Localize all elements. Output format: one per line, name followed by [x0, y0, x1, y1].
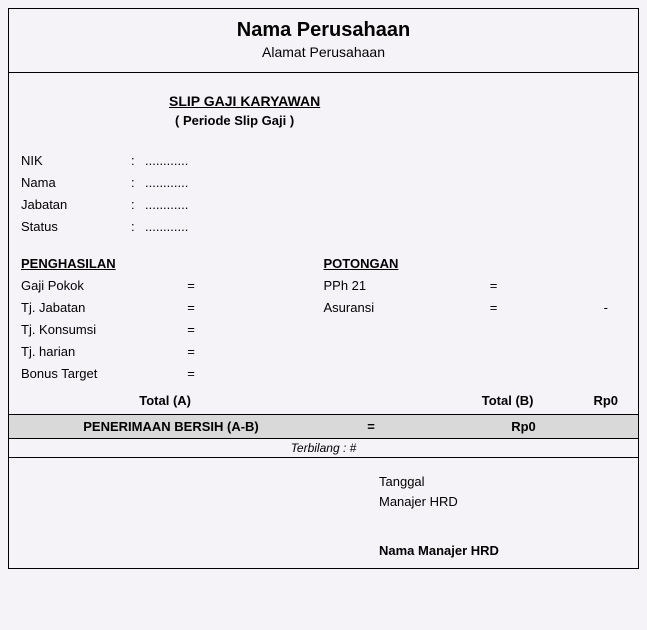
item-label: PPh 21 [324, 275, 484, 297]
nik-label: NIK [21, 150, 131, 172]
item-value [201, 341, 324, 363]
equals-sign: = [181, 297, 201, 319]
total-b: Total (B) Rp0 [324, 393, 627, 408]
penghasilan-column: PENGHASILAN Gaji Pokok = Tj. Jabatan = T… [21, 256, 324, 385]
total-a-label: Total (A) [21, 393, 201, 408]
footer: Tanggal Manajer HRD Nama Manajer HRD [9, 458, 638, 568]
jabatan-label: Jabatan [21, 194, 131, 216]
signer-name: Nama Manajer HRD [379, 543, 499, 558]
colon: : [131, 216, 145, 238]
item-value [504, 275, 627, 297]
jabatan-value: ............ [145, 194, 188, 216]
equals-sign: = [181, 363, 201, 385]
line-gaji-pokok: Gaji Pokok = [21, 275, 324, 297]
net-value: Rp0 [421, 419, 626, 434]
line-tj-konsumsi: Tj. Konsumsi = [21, 319, 324, 341]
item-value [201, 319, 324, 341]
info-row-jabatan: Jabatan : ............ [21, 194, 626, 216]
net-equals: = [321, 419, 421, 434]
item-label: Tj. Konsumsi [21, 319, 181, 341]
equals-sign: = [484, 297, 504, 319]
slip-period: ( Periode Slip Gaji ) [169, 113, 638, 128]
potongan-column: POTONGAN PPh 21 = Asuransi = - [324, 256, 627, 385]
info-row-nik: NIK : ............ [21, 150, 626, 172]
total-b-value: Rp0 [544, 393, 627, 408]
line-asuransi: Asuransi = - [324, 297, 627, 319]
slip-title: SLIP GAJI KARYAWAN [169, 93, 638, 109]
terbilang-row: Terbilang : # [9, 439, 638, 458]
payslip-container: Nama Perusahaan Alamat Perusahaan SLIP G… [8, 8, 639, 569]
potongan-title: POTONGAN [324, 256, 627, 271]
item-label: Asuransi [324, 297, 484, 319]
item-value: - [504, 297, 627, 319]
item-value [201, 297, 324, 319]
info-row-nama: Nama : ............ [21, 172, 626, 194]
item-label: Bonus Target [21, 363, 181, 385]
net-label: PENERIMAAN BERSIH (A-B) [21, 419, 321, 434]
company-address: Alamat Perusahaan [9, 44, 638, 60]
role-label: Manajer HRD [379, 492, 458, 512]
item-label: Tj. Jabatan [21, 297, 181, 319]
signature-block: Tanggal Manajer HRD [379, 472, 458, 512]
nama-label: Nama [21, 172, 131, 194]
earnings-deductions: PENGHASILAN Gaji Pokok = Tj. Jabatan = T… [9, 248, 638, 387]
item-value [201, 363, 324, 385]
equals-sign: = [181, 319, 201, 341]
colon: : [131, 150, 145, 172]
equals-sign: = [181, 275, 201, 297]
total-b-label: Total (B) [324, 393, 544, 408]
net-pay-row: PENERIMAAN BERSIH (A-B) = Rp0 [9, 414, 638, 439]
total-a-value [201, 393, 324, 408]
terbilang-prefix: Terbilang : [291, 441, 347, 455]
line-pph21: PPh 21 = [324, 275, 627, 297]
header: Nama Perusahaan Alamat Perusahaan [9, 9, 638, 73]
info-row-status: Status : ............ [21, 216, 626, 238]
item-label: Gaji Pokok [21, 275, 181, 297]
item-label: Tj. harian [21, 341, 181, 363]
equals-sign: = [181, 341, 201, 363]
status-label: Status [21, 216, 131, 238]
totals-row: Total (A) Total (B) Rp0 [9, 387, 638, 414]
employee-info: NIK : ............ Nama : ............ J… [9, 134, 638, 248]
company-name: Nama Perusahaan [9, 19, 638, 42]
colon: : [131, 172, 145, 194]
line-bonus-target: Bonus Target = [21, 363, 324, 385]
penghasilan-title: PENGHASILAN [21, 256, 324, 271]
terbilang-text: # [350, 441, 357, 455]
line-tj-harian: Tj. harian = [21, 341, 324, 363]
title-block: SLIP GAJI KARYAWAN ( Periode Slip Gaji ) [9, 73, 638, 134]
line-tj-jabatan: Tj. Jabatan = [21, 297, 324, 319]
date-label: Tanggal [379, 472, 458, 492]
status-value: ............ [145, 216, 188, 238]
nik-value: ............ [145, 150, 188, 172]
nama-value: ............ [145, 172, 188, 194]
equals-sign: = [484, 275, 504, 297]
item-value [201, 275, 324, 297]
colon: : [131, 194, 145, 216]
total-a: Total (A) [21, 393, 324, 408]
